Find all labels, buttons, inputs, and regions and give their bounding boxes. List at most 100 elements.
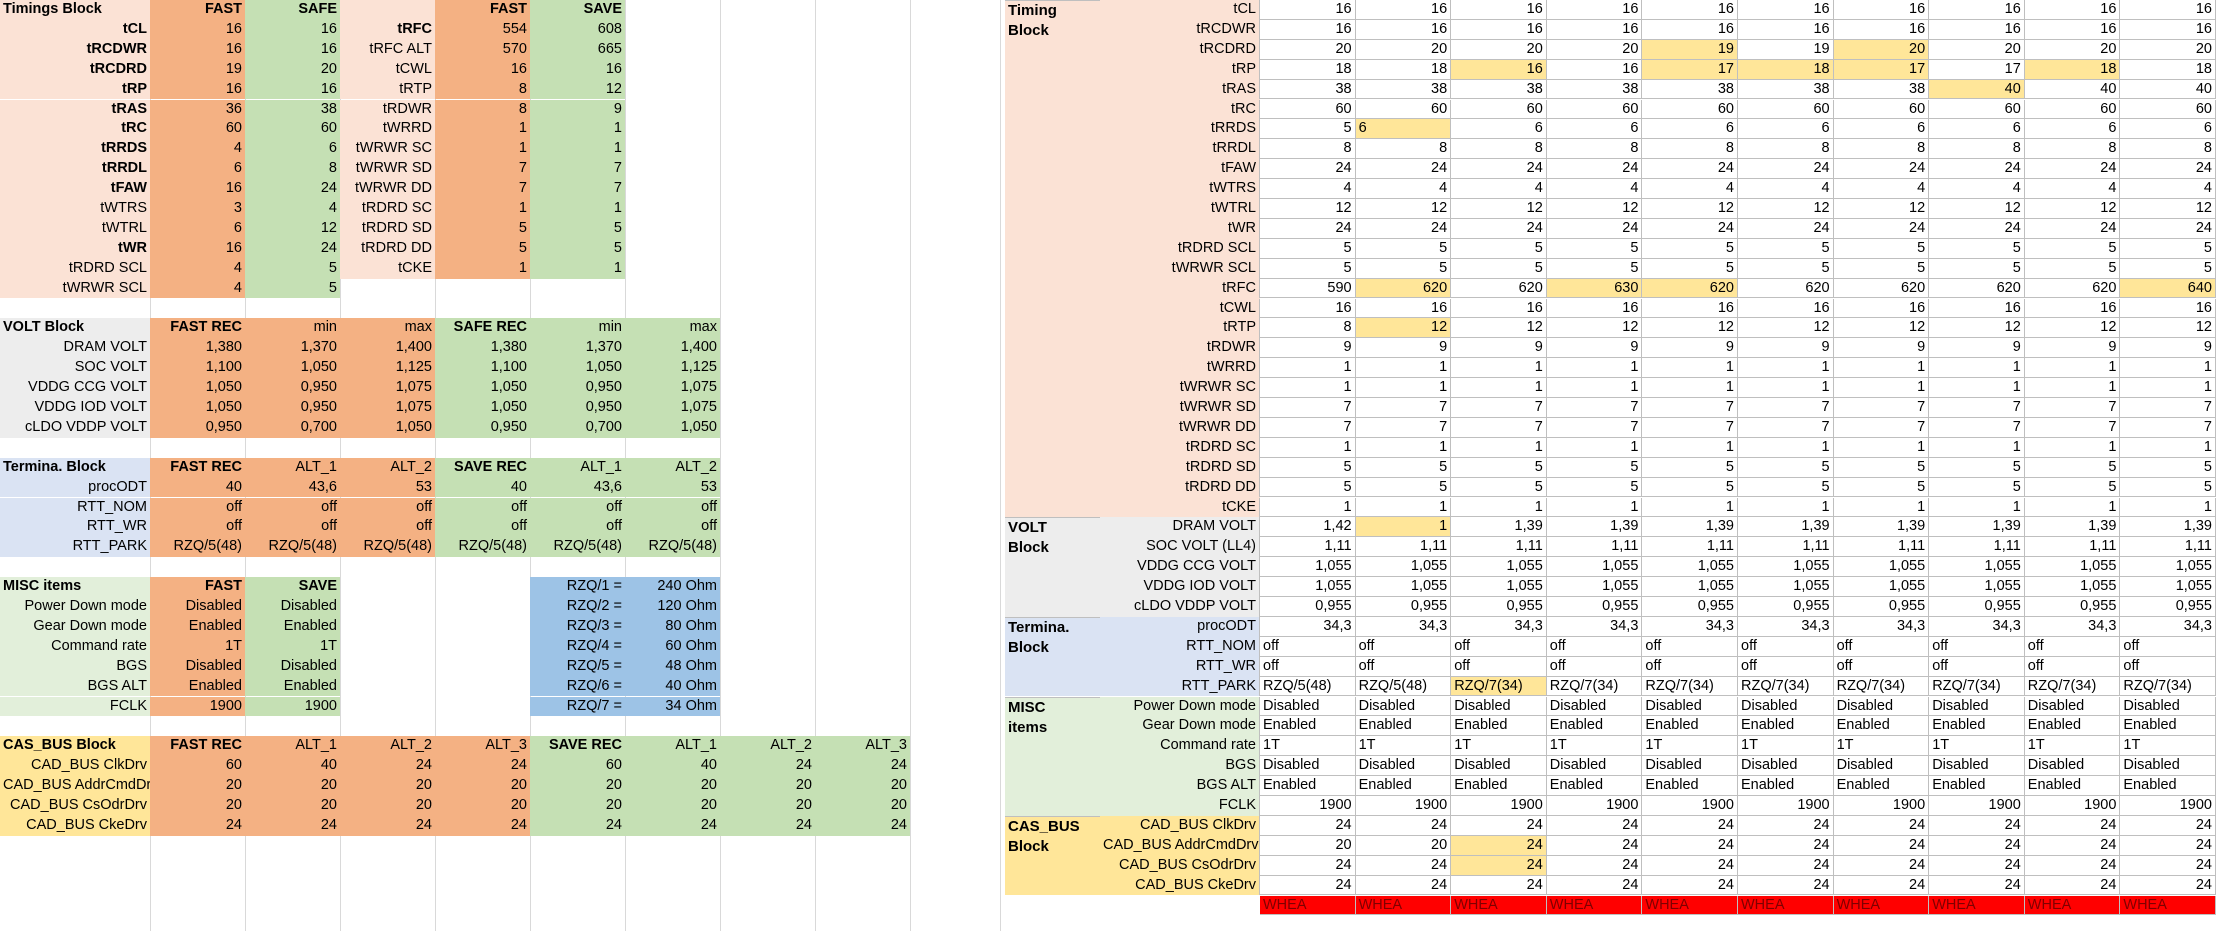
misc-cell[interactable]: FCLK	[0, 696, 150, 717]
value-cell[interactable]: 620	[1833, 278, 1930, 299]
timing-fast[interactable]: 6	[150, 159, 245, 180]
value-cell[interactable]: 8	[1642, 139, 1738, 160]
value-cell[interactable]: 8	[1260, 139, 1356, 160]
value-cell[interactable]: 5	[2120, 477, 2216, 498]
value-cell[interactable]: 590	[1260, 278, 1356, 299]
volt-cell[interactable]: 1,100	[150, 358, 245, 379]
value-cell[interactable]: 5	[1546, 238, 1643, 259]
casbus-cell[interactable]: CAD_BUS AddrCmdDrv	[0, 776, 150, 796]
value-cell[interactable]: 1	[1738, 497, 1834, 518]
casbus-header[interactable]: ALT_1	[245, 736, 340, 757]
timing-label2[interactable]: tRDRD DD	[340, 238, 435, 259]
value-cell[interactable]: 4	[1355, 179, 1452, 199]
row-label[interactable]: tWRWR SD	[1100, 398, 1260, 418]
value-cell[interactable]: 1	[2120, 497, 2216, 518]
value-cell[interactable]: 1T	[1546, 736, 1643, 757]
value-cell[interactable]: 0,955	[1738, 597, 1834, 617]
termina-cell[interactable]: off	[625, 517, 720, 538]
value-cell[interactable]: 620	[1355, 278, 1452, 299]
timing-safe[interactable]: 38	[245, 99, 340, 120]
value-cell[interactable]: 1	[1355, 378, 1452, 398]
value-cell[interactable]: 1T	[1929, 736, 2025, 757]
value-cell[interactable]: 24	[1833, 855, 1930, 876]
value-cell[interactable]: Enabled	[1929, 776, 2025, 796]
value-cell[interactable]: 620	[1929, 278, 2025, 299]
value-cell[interactable]: Disabled	[1355, 696, 1452, 717]
volt-cell[interactable]: 0,950	[435, 417, 530, 438]
value-cell[interactable]: 16	[1929, 19, 2025, 40]
value-cell[interactable]: 5	[1833, 238, 1930, 259]
value-cell[interactable]: 1,11	[1355, 537, 1452, 558]
value-cell[interactable]: 5	[1642, 258, 1738, 279]
value-cell[interactable]: Enabled	[1929, 716, 2025, 737]
timing-fast2[interactable]: 8	[435, 79, 530, 100]
termina-cell[interactable]: off	[625, 497, 720, 518]
casbus-cell[interactable]: 20	[625, 776, 720, 796]
value-cell[interactable]: 8	[1546, 139, 1643, 160]
value-cell[interactable]: 12	[1833, 318, 1930, 339]
casbus-cell[interactable]: 40	[245, 756, 340, 777]
value-cell[interactable]: 24	[1260, 218, 1356, 239]
value-cell[interactable]: 1,11	[1642, 537, 1738, 558]
volt-cell[interactable]: 1,050	[435, 398, 530, 418]
value-cell[interactable]: 24	[1833, 159, 1930, 180]
volt-cell[interactable]: 1,100	[435, 358, 530, 379]
value-cell[interactable]: 7	[1546, 417, 1643, 438]
value-cell[interactable]: Enabled	[2024, 716, 2121, 737]
value-cell[interactable]: 1	[1546, 378, 1643, 398]
value-cell[interactable]: 24	[1546, 835, 1643, 856]
timing-safe[interactable]: 16	[245, 79, 340, 100]
timing-safe[interactable]: 5	[245, 278, 340, 299]
value-cell[interactable]: 1	[1833, 358, 1930, 379]
misc-cell[interactable]: 1T	[150, 636, 245, 657]
termina-cell[interactable]: RZQ/5(48)	[150, 537, 245, 558]
value-cell[interactable]: 5	[1929, 457, 2025, 478]
value-cell[interactable]: 24	[1355, 875, 1452, 896]
value-cell[interactable]: 5	[1929, 477, 2025, 498]
value-cell[interactable]: 1	[2120, 378, 2216, 398]
casbus-cell[interactable]: 20	[815, 796, 910, 816]
value-cell[interactable]: 1,11	[1260, 537, 1356, 558]
timing-save2[interactable]: 5	[530, 218, 625, 239]
value-cell[interactable]: 24	[1260, 159, 1356, 180]
value-cell[interactable]: 12	[2024, 199, 2121, 219]
value-cell[interactable]: 1,39	[1929, 517, 2025, 538]
value-cell[interactable]: Disabled	[1546, 696, 1643, 717]
row-label[interactable]: tWRWR SCL	[1100, 258, 1260, 279]
timing-save2[interactable]: 1	[530, 258, 625, 279]
value-cell[interactable]: 5	[1546, 457, 1643, 478]
value-cell[interactable]: 1	[1355, 517, 1452, 538]
termina-cell[interactable]: off	[530, 497, 625, 518]
volt-cell[interactable]: SOC VOLT	[0, 358, 150, 379]
value-cell[interactable]: 20	[2024, 39, 2121, 60]
timing-save2[interactable]: 7	[530, 159, 625, 180]
value-cell[interactable]: 20	[1355, 835, 1452, 856]
casbus-cell[interactable]: 24	[625, 815, 720, 836]
value-cell[interactable]: 1,055	[1260, 557, 1356, 578]
value-cell[interactable]: 34,3	[1260, 616, 1356, 637]
casbus-cell[interactable]: 20	[245, 796, 340, 816]
value-cell[interactable]: 5	[1929, 258, 2025, 279]
value-cell[interactable]: 24	[1546, 218, 1643, 239]
rzq-value[interactable]: 60 Ohm	[625, 636, 720, 657]
value-cell[interactable]: off	[1929, 656, 2025, 677]
value-cell[interactable]: 5	[1260, 238, 1356, 259]
value-cell[interactable]: off	[1642, 656, 1738, 677]
value-cell[interactable]: RZQ/5(48)	[1260, 676, 1356, 697]
casbus-cell[interactable]: 20	[720, 776, 815, 796]
value-cell[interactable]: Disabled	[1929, 696, 2025, 717]
timing-label2[interactable]: tRFC	[340, 19, 435, 40]
value-cell[interactable]: Disabled	[1833, 696, 1930, 717]
value-cell[interactable]: 16	[1451, 59, 1547, 80]
timing-fast[interactable]: 60	[150, 119, 245, 140]
value-cell[interactable]: Disabled	[2024, 756, 2121, 777]
value-cell[interactable]: 1,055	[2024, 557, 2121, 578]
value-cell[interactable]: 20	[1451, 39, 1547, 60]
whea-status[interactable]: WHEA	[2120, 895, 2216, 916]
value-cell[interactable]: 16	[1929, 298, 2025, 319]
termina-cell[interactable]: RTT_PARK	[0, 537, 150, 558]
volt-header[interactable]: max	[625, 318, 720, 339]
value-cell[interactable]: 0,955	[2024, 597, 2121, 617]
value-cell[interactable]: 24	[1355, 159, 1452, 180]
value-cell[interactable]: 34,3	[2120, 616, 2216, 637]
